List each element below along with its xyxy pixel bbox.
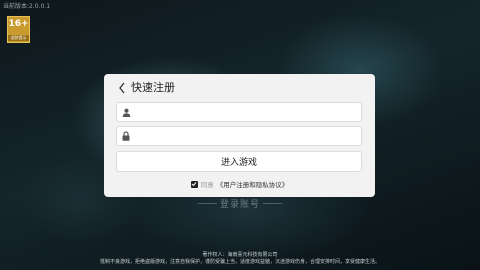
dialog-header[interactable]: 快速注册	[118, 81, 175, 95]
lock-icon	[117, 131, 135, 141]
login-account-watermark: 登录账号	[195, 196, 285, 210]
agreement-link[interactable]: 《用户注册和隐私协议》	[217, 179, 289, 189]
user-icon	[117, 108, 135, 117]
age-rating-label: 适龄提示	[8, 35, 29, 41]
age-rating-badge: 16+ 适龄提示	[7, 16, 30, 43]
back-arrow-icon[interactable]	[118, 81, 128, 95]
age-rating-number: 16+	[8, 19, 29, 29]
enter-game-button[interactable]: 进入游戏	[116, 151, 362, 172]
version-label: 当前版本:2.0.0.1	[3, 3, 51, 10]
password-input[interactable]	[135, 128, 361, 144]
agreement-row: 同意 《用户注册和隐私协议》	[104, 179, 375, 189]
register-dialog: 快速注册 进入游戏 同意 《用户注册和隐私协议》	[104, 74, 375, 197]
agreement-prefix: 同意	[200, 181, 214, 189]
health-notice-text: 抵制不良游戏，拒绝盗版游戏，注意自我保护，谨防受骗上当，适度游戏益脑，沉迷游戏伤…	[99, 259, 380, 265]
dialog-title: 快速注册	[131, 81, 175, 94]
password-field[interactable]	[116, 126, 362, 146]
account-input[interactable]	[135, 104, 361, 120]
copyright-text: 著作权人：海南喜元科技有限公司	[202, 252, 278, 258]
account-field[interactable]	[116, 102, 362, 122]
footer: 著作权人：海南喜元科技有限公司 抵制不良游戏，拒绝盗版游戏，注意自我保护，谨防受…	[0, 252, 480, 266]
agreement-checkbox[interactable]	[190, 180, 198, 188]
